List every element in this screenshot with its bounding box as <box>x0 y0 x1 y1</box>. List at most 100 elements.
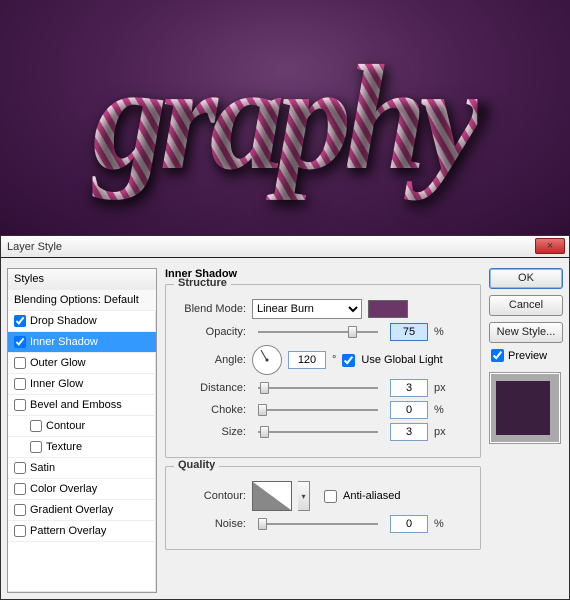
preview-sample <box>496 381 550 435</box>
blend-mode-row: Blend Mode: Linear Burn <box>176 299 470 319</box>
style-row-drop-shadow[interactable]: Drop Shadow <box>8 311 156 332</box>
distance-slider[interactable] <box>258 387 378 389</box>
bevel-emboss-checkbox[interactable] <box>14 399 26 411</box>
document-canvas: graphy <box>0 0 570 235</box>
close-button[interactable]: × <box>535 238 565 254</box>
close-icon: × <box>547 240 553 252</box>
choke-row: Choke: % <box>176 401 470 419</box>
use-global-light-checkbox[interactable] <box>342 354 355 367</box>
inner-shadow-checkbox[interactable] <box>14 336 26 348</box>
drop-shadow-checkbox[interactable] <box>14 315 26 327</box>
choke-unit: % <box>434 404 444 416</box>
style-row-texture[interactable]: Texture <box>8 437 156 458</box>
inner-glow-checkbox[interactable] <box>14 378 26 390</box>
distance-input[interactable] <box>390 379 428 397</box>
contour-picker[interactable] <box>252 481 292 511</box>
style-label: Outer Glow <box>30 357 86 369</box>
style-row-satin[interactable]: Satin <box>8 458 156 479</box>
size-unit: px <box>434 426 446 438</box>
preview-checkbox[interactable] <box>491 349 504 362</box>
outer-glow-checkbox[interactable] <box>14 357 26 369</box>
preview-row: Preview <box>489 349 563 362</box>
antialiased-label: Anti-aliased <box>343 490 400 502</box>
style-label: Contour <box>46 420 85 432</box>
blending-options-row[interactable]: Blending Options: Default <box>8 290 156 311</box>
preview-thumbnail <box>489 372 561 444</box>
style-row-pattern-overlay[interactable]: Pattern Overlay <box>8 521 156 542</box>
distance-unit: px <box>434 382 446 394</box>
pattern-overlay-checkbox[interactable] <box>14 525 26 537</box>
style-row-inner-glow[interactable]: Inner Glow <box>8 374 156 395</box>
style-label: Drop Shadow <box>30 315 97 327</box>
choke-label: Choke: <box>176 404 246 416</box>
noise-label: Noise: <box>176 518 246 530</box>
style-label: Color Overlay <box>30 483 97 495</box>
style-row-color-overlay[interactable]: Color Overlay <box>8 479 156 500</box>
blending-options-label: Blending Options: Default <box>14 294 139 306</box>
angle-dial[interactable] <box>252 345 282 375</box>
color-overlay-checkbox[interactable] <box>14 483 26 495</box>
distance-row: Distance: px <box>176 379 470 397</box>
opacity-slider[interactable] <box>258 331 378 333</box>
texture-checkbox[interactable] <box>30 441 42 453</box>
styles-header[interactable]: Styles <box>8 269 156 290</box>
opacity-input[interactable] <box>390 323 428 341</box>
candy-text-sample: graphy <box>92 32 477 204</box>
angle-unit: ° <box>332 354 336 366</box>
noise-row: Noise: % <box>176 515 470 533</box>
cancel-button[interactable]: Cancel <box>489 295 563 316</box>
style-label: Pattern Overlay <box>30 525 106 537</box>
layer-style-dialog: Layer Style × Styles Blending Options: D… <box>0 235 570 600</box>
contour-label: Contour: <box>176 490 246 502</box>
style-row-inner-shadow[interactable]: Inner Shadow <box>8 332 156 353</box>
style-label: Inner Glow <box>30 378 83 390</box>
opacity-row: Opacity: % <box>176 323 470 341</box>
style-label: Bevel and Emboss <box>30 399 122 411</box>
size-label: Size: <box>176 426 246 438</box>
style-label: Gradient Overlay <box>30 504 113 516</box>
style-row-contour[interactable]: Contour <box>8 416 156 437</box>
antialiased-checkbox[interactable] <box>324 490 337 503</box>
size-slider[interactable] <box>258 431 378 433</box>
new-style-button[interactable]: New Style... <box>489 322 563 343</box>
ok-button[interactable]: OK <box>489 268 563 289</box>
structure-group: Structure Blend Mode: Linear Burn Opacit… <box>165 284 481 458</box>
angle-label: Angle: <box>176 354 246 366</box>
style-row-gradient-overlay[interactable]: Gradient Overlay <box>8 500 156 521</box>
quality-label: Quality <box>174 459 219 471</box>
shadow-color-swatch[interactable] <box>368 300 408 318</box>
opacity-label: Opacity: <box>176 326 246 338</box>
angle-input[interactable] <box>288 351 326 369</box>
use-global-light-label: Use Global Light <box>361 354 442 366</box>
noise-input[interactable] <box>390 515 428 533</box>
opacity-unit: % <box>434 326 444 338</box>
choke-slider[interactable] <box>258 409 378 411</box>
choke-input[interactable] <box>390 401 428 419</box>
preview-label: Preview <box>508 350 547 362</box>
dialog-title: Layer Style <box>7 241 62 253</box>
distance-label: Distance: <box>176 382 246 394</box>
blend-mode-label: Blend Mode: <box>176 303 246 315</box>
style-row-bevel-emboss[interactable]: Bevel and Emboss <box>8 395 156 416</box>
structure-label: Structure <box>174 277 231 289</box>
noise-unit: % <box>434 518 444 530</box>
gradient-overlay-checkbox[interactable] <box>14 504 26 516</box>
angle-row: Angle: ° Use Global Light <box>176 345 470 375</box>
contour-row: Contour: Anti-aliased <box>176 481 470 511</box>
quality-group: Quality Contour: Anti-aliased Noise: % <box>165 466 481 550</box>
contour-checkbox[interactable] <box>30 420 42 432</box>
satin-checkbox[interactable] <box>14 462 26 474</box>
size-input[interactable] <box>390 423 428 441</box>
blend-mode-select[interactable]: Linear Burn <box>252 299 362 319</box>
size-row: Size: px <box>176 423 470 441</box>
dialog-buttons: OK Cancel New Style... Preview <box>489 268 563 593</box>
style-row-outer-glow[interactable]: Outer Glow <box>8 353 156 374</box>
style-label: Inner Shadow <box>30 336 98 348</box>
style-label: Texture <box>46 441 82 453</box>
style-label: Satin <box>30 462 55 474</box>
noise-slider[interactable] <box>258 523 378 525</box>
contour-dropdown[interactable] <box>298 481 310 511</box>
settings-panel: Inner Shadow Structure Blend Mode: Linea… <box>165 268 481 593</box>
styles-list: Styles Blending Options: Default Drop Sh… <box>7 268 157 593</box>
dialog-titlebar[interactable]: Layer Style × <box>1 236 569 258</box>
